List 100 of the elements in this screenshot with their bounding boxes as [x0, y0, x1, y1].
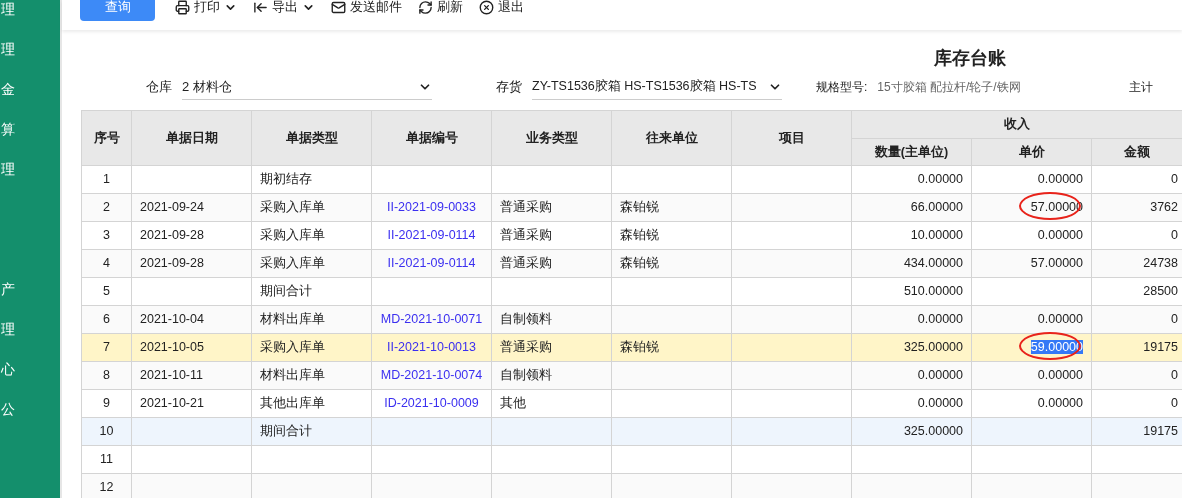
- inventory-select[interactable]: ZY-TS1536胶箱 HS-TS1536胶箱 HS-TS: [532, 74, 782, 100]
- amount-cell: 3762: [1150, 200, 1178, 215]
- doc-type-cell: 期间合计: [260, 424, 312, 439]
- close-circle-icon: [479, 0, 494, 15]
- price-cell: 0.00000: [1037, 396, 1083, 411]
- doc-type-cell: 期间合计: [260, 284, 312, 299]
- business-type-cell: 普通采购: [500, 256, 552, 271]
- field-label: 存货: [496, 78, 522, 97]
- sidebar-item[interactable]: 算: [0, 120, 15, 160]
- quantity-cell: 0.00000: [917, 368, 963, 383]
- amount-cell: 24738: [1143, 256, 1178, 271]
- doc-type-cell: 材料出库单: [260, 312, 325, 327]
- row-number: 2: [103, 200, 110, 215]
- table-row[interactable]: 12: [81, 473, 1182, 498]
- toolbar-button[interactable]: 刷新: [418, 0, 463, 14]
- amount-cell: 19175: [1143, 340, 1178, 355]
- quantity-cell: 325.00000: [903, 424, 963, 439]
- quantity-cell: 325.00000: [903, 340, 963, 355]
- price-cell: 0.00000: [1037, 368, 1083, 383]
- table-row[interactable]: 8 2021-10-11 材料出库单 MD-2021-10-0074 自制领料 0.00000 0.00000 0: [81, 361, 1182, 390]
- sidebar-item[interactable]: 公: [0, 400, 15, 440]
- column-header: 业务类型: [491, 110, 612, 166]
- doc-type-cell: 采购入库单: [260, 200, 325, 215]
- table-row[interactable]: 10 期间合计 325.00000 19175: [81, 417, 1182, 446]
- doc-type-cell: 其他出库单: [260, 396, 325, 411]
- date-cell: 2021-09-28: [140, 228, 204, 243]
- quantity-cell: 434.00000: [903, 256, 963, 271]
- table-row[interactable]: 5 期间合计 510.00000 28500: [81, 277, 1182, 306]
- partner-cell: 森铂锐: [620, 228, 659, 243]
- table-row[interactable]: 1 期初结存 0.00000 0.00000 0: [81, 165, 1182, 194]
- date-cell: 2021-10-21: [140, 396, 204, 411]
- partner-cell: 森铂锐: [620, 256, 659, 271]
- table-row[interactable]: 4 2021-09-28 采购入库单 II-2021-09-0114 普通采购 森铂锐 434.00000 57.00000 24738: [81, 249, 1182, 278]
- toolbar-button[interactable]: 发送邮件: [331, 0, 402, 14]
- row-number: 9: [103, 396, 110, 411]
- column-header: 单据类型: [251, 110, 372, 166]
- quantity-cell: 0.00000: [917, 396, 963, 411]
- price-cell: 0.00000: [1037, 228, 1083, 243]
- toolbar-button[interactable]: 退出: [479, 0, 524, 14]
- envelope-icon: [331, 0, 346, 15]
- business-type-cell: 普通采购: [500, 228, 552, 243]
- doc-type-cell: 采购入库单: [260, 256, 325, 271]
- sidebar-item[interactable]: 心: [0, 360, 15, 400]
- row-number: 7: [103, 340, 110, 355]
- partner-cell: 森铂锐: [620, 200, 659, 215]
- price-cell: 57.00000: [1030, 256, 1083, 271]
- table-row[interactable]: 11: [81, 445, 1182, 474]
- quantity-cell: 0.00000: [917, 312, 963, 327]
- arrow-to-line-icon: [253, 0, 268, 15]
- table-row[interactable]: 6 2021-10-04 材料出库单 MD-2021-10-0071 自制领料 0.00000 0.00000 0: [81, 305, 1182, 334]
- date-cell: 2021-09-24: [140, 200, 204, 215]
- row-number: 11: [100, 452, 113, 467]
- sidebar-item[interactable]: 理: [0, 0, 15, 40]
- business-type-cell: 自制领料: [500, 312, 552, 327]
- sidebar-item[interactable]: 金: [0, 80, 15, 120]
- sidebar-item[interactable]: 理: [0, 160, 15, 200]
- date-cell: 2021-09-28: [140, 256, 204, 271]
- sidebar-item[interactable]: 理: [0, 320, 15, 360]
- field-label: 主计: [1128, 79, 1153, 96]
- toolbar-button[interactable]: 打印: [175, 0, 237, 14]
- doc-type-cell: 材料出库单: [260, 368, 325, 383]
- price-cell: 0.00000: [1037, 172, 1083, 187]
- table-row[interactable]: 3 2021-09-28 采购入库单 II-2021-09-0114 普通采购 森铂锐 10.00000 0.00000 0: [81, 221, 1182, 250]
- column-header: 数量(主单位): [851, 138, 972, 166]
- quantity-cell: 0.00000: [917, 172, 963, 187]
- spec-value: 15寸胶箱 配拉杆/轮子/铁网: [877, 79, 1021, 96]
- report-title: 库存台账: [934, 47, 1006, 70]
- sidebar-item[interactable]: 产: [0, 280, 15, 320]
- price-cell: 0.00000: [1037, 312, 1083, 327]
- row-number: 4: [103, 256, 110, 271]
- warehouse-select[interactable]: 2 材料仓: [182, 74, 432, 100]
- column-header: 序号: [81, 110, 132, 166]
- quantity-cell: 510.00000: [903, 284, 963, 299]
- amount-cell: 19175: [1143, 424, 1178, 439]
- row-number: 1: [103, 172, 110, 187]
- amount-cell: 0: [1171, 312, 1178, 327]
- amount-cell: 0: [1171, 368, 1178, 383]
- table-row[interactable]: 9 2021-10-21 其他出库单 ID-2021-10-0009 其他 0.00000 0.00000 0: [81, 389, 1182, 418]
- column-header: 往来单位: [611, 110, 732, 166]
- quantity-cell: 10.00000: [910, 228, 963, 243]
- amount-cell: 0: [1171, 228, 1178, 243]
- sidebar-item[interactable]: 理: [0, 40, 15, 80]
- amount-cell: 0: [1171, 396, 1178, 411]
- date-cell: 2021-10-05: [140, 340, 204, 355]
- row-number: 3: [103, 228, 110, 243]
- column-group-header: 收入: [851, 110, 1182, 139]
- doc-type-cell: 期初结存: [260, 172, 312, 187]
- business-type-cell: 自制领料: [500, 368, 552, 383]
- business-type-cell: 普通采购: [500, 340, 552, 355]
- row-number: 10: [99, 424, 114, 439]
- field-label: 规格型号:: [816, 79, 868, 96]
- quantity-cell: 66.00000: [910, 200, 963, 215]
- date-cell: 2021-10-04: [140, 312, 204, 327]
- row-number: 12: [99, 480, 114, 495]
- toolbar-button[interactable]: 导出: [253, 0, 315, 14]
- column-header: 单价: [971, 138, 1092, 166]
- column-header: 单据编号: [371, 110, 492, 166]
- doc-type-cell: 采购入库单: [260, 340, 325, 355]
- partner-cell: 森铂锐: [620, 340, 659, 355]
- amount-cell: 0: [1171, 172, 1178, 187]
